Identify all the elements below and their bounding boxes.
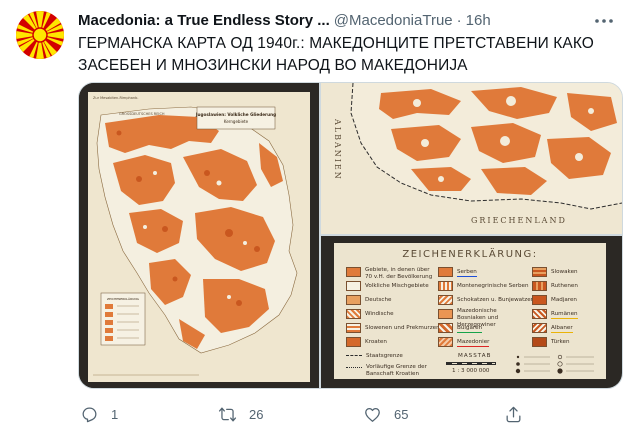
legend-label-kroaten: Kroaten	[365, 339, 387, 345]
legend-label-montenegrin: Montenegrinische Serben	[457, 283, 529, 289]
legend-scale-value: 1 : 3 000 000	[452, 368, 490, 374]
map-title-line1: Jugoslawien: Volkliche Gliederung	[195, 112, 276, 117]
like-count: 65	[394, 406, 409, 422]
legend-label-tuerken: Türken	[551, 339, 570, 345]
reply-count: 1	[111, 406, 119, 422]
legend-title: ZEICHENERKLÄRUNG:	[402, 249, 538, 260]
map-header-label: Zur Mesabiten-Rimphanb.	[93, 96, 138, 100]
legend-swatch-serben	[438, 267, 453, 277]
heart-icon	[365, 407, 380, 422]
legend-swatch-madjaren	[532, 295, 547, 305]
legend-swatch-ruthenen	[532, 281, 547, 291]
retweet-icon	[218, 407, 237, 421]
share-icon	[506, 406, 521, 422]
map-title-line2: Kerngebiete	[224, 119, 249, 124]
legend-label-mazedonier: Mazedonier	[457, 339, 490, 347]
legend-provisional-border-symbol	[346, 367, 362, 368]
tweet[interactable]: Macedonia: a True Endless Story ... @Mac…	[0, 0, 638, 443]
tweet-text: ГЕРМАНСКА КАРТА ОД 1940г.: МАКЕДОНЦИТЕ П…	[78, 35, 594, 74]
legend-label-slowaken: Slowaken	[551, 269, 578, 275]
legend-scale-label: MASSTAB	[458, 353, 492, 359]
legend-scale-bar	[446, 362, 496, 365]
legend-swatch-slowaken	[532, 267, 547, 277]
legend-swatch-kroaten	[346, 337, 361, 347]
legend-label-border: Staatsgrenze	[366, 353, 403, 359]
legend-population-symbols	[515, 354, 594, 374]
yugoslavia-ethnic-map: Jugoslawien: Volkliche Gliederung Kernge…	[79, 83, 319, 388]
more-dots-icon	[595, 19, 613, 23]
albania-label: ALBANIEN	[333, 118, 342, 181]
legend-swatch-mazedonier	[438, 337, 453, 347]
legend-swatch-majority	[346, 267, 361, 277]
macedonia-detail-map: ALBANIEN GRIECHENLAND	[321, 83, 622, 234]
legend-label-schokatzen: Schokatzen u. Bunjewatzen	[457, 297, 535, 303]
legend-border-symbol	[346, 355, 362, 356]
legend-label-ruthenen: Ruthenen	[551, 283, 578, 289]
legend-swatch-mixed	[346, 281, 361, 291]
greece-label: GRIECHENLAND	[471, 216, 567, 225]
legend-label-serben: Serben	[457, 269, 477, 277]
legend-swatch-slowenen	[346, 323, 361, 333]
author-display-name[interactable]: Macedonia: a True Endless Story ...	[78, 11, 330, 31]
like-button[interactable]: 65	[363, 400, 408, 428]
legend-swatch-bosniaken	[438, 309, 453, 319]
legend-label-madjaren: Madjaren	[551, 297, 577, 303]
author-avatar[interactable]	[16, 11, 64, 59]
tweet-timestamp[interactable]: 16h	[466, 11, 491, 31]
legend-sheet: ZEICHENERKLÄRUNG: Gebiete, in denen über…	[334, 243, 606, 379]
map-legend-header: ZEICHENERKLÄRUNG	[107, 296, 140, 301]
media-image-legend[interactable]: ZEICHENERKLÄRUNG: Gebiete, in denen über…	[321, 236, 622, 388]
reply-icon	[82, 407, 97, 422]
legend-label-deutsche: Deutsche	[365, 297, 392, 303]
share-button[interactable]	[504, 400, 523, 428]
legend-label-rumaenen: Rumänen	[551, 311, 578, 319]
author-handle[interactable]: @MacedoniaTrue	[334, 11, 453, 31]
media-grid: Jugoslawien: Volkliche Gliederung Kernge…	[78, 82, 623, 389]
legend-swatch-windische	[346, 309, 361, 319]
legend-label-bulgaren: Bulgaren	[457, 325, 483, 333]
legend-label-windische: Windische	[365, 311, 394, 317]
legend-label-albaner: Albaner	[551, 325, 573, 333]
separator-dot: ·	[456, 12, 462, 29]
legend-label-slowenen: Slowenen und Prekmurzen	[365, 325, 440, 331]
tweet-header: Macedonia: a True Endless Story ... @Mac…	[78, 11, 618, 31]
legend-label-provisional-border: Vorläufige Grenze der Banschaft Kroatien	[366, 364, 427, 377]
legend-swatch-rumaenen	[532, 309, 547, 319]
sun-flag-icon	[16, 11, 64, 59]
retweet-count: 26	[249, 406, 264, 422]
tweet-actions: 1 26 65	[78, 400, 623, 428]
map-region-label: GROSSDEUTSCHES REICH	[119, 112, 165, 116]
retweet-button[interactable]: 26	[218, 400, 263, 428]
legend-swatch-deutsche	[346, 295, 361, 305]
legend-swatch-albaner	[532, 323, 547, 333]
legend-swatch-schokatzen	[438, 295, 453, 305]
media-image-yugoslavia-map[interactable]: Jugoslawien: Volkliche Gliederung Kernge…	[79, 83, 319, 388]
reply-button[interactable]: 1	[80, 400, 118, 428]
media-image-macedonia-detail[interactable]: ALBANIEN GRIECHENLAND	[321, 83, 622, 234]
legend-swatch-bulgaren	[438, 323, 453, 333]
legend-swatch-montenegrin	[438, 281, 453, 291]
legend-swatch-tuerken	[532, 337, 547, 347]
more-options-button[interactable]	[592, 9, 616, 33]
legend-label-mixed: Volkliche Mischgebiete	[365, 283, 429, 289]
